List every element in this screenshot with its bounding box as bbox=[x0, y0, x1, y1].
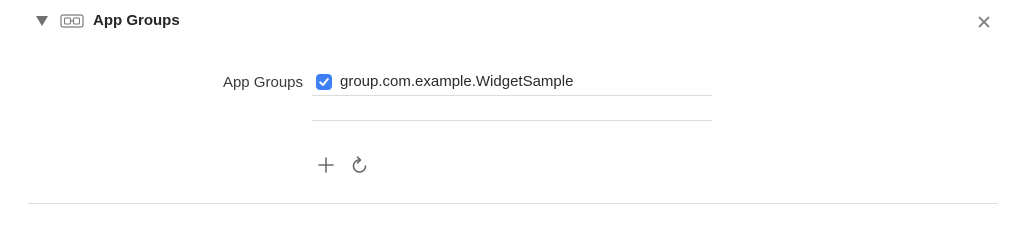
list-divider bbox=[312, 120, 712, 121]
capability-title: App Groups bbox=[93, 12, 180, 29]
app-groups-field-label: App Groups bbox=[222, 74, 303, 91]
refresh-icon[interactable] bbox=[350, 155, 370, 175]
disclosure-triangle-icon[interactable] bbox=[36, 16, 48, 26]
app-group-name: group.com.example.WidgetSample bbox=[340, 73, 574, 90]
close-icon[interactable] bbox=[976, 14, 992, 30]
checkmark-icon bbox=[319, 78, 329, 86]
section-divider bbox=[28, 203, 998, 204]
capability-header: App Groups bbox=[0, 0, 1024, 44]
app-groups-icon bbox=[60, 14, 84, 28]
plus-icon[interactable] bbox=[317, 156, 335, 174]
app-group-list-item[interactable]: group.com.example.WidgetSample bbox=[312, 70, 712, 94]
app-group-checkbox[interactable] bbox=[316, 74, 332, 90]
list-divider bbox=[312, 95, 712, 96]
